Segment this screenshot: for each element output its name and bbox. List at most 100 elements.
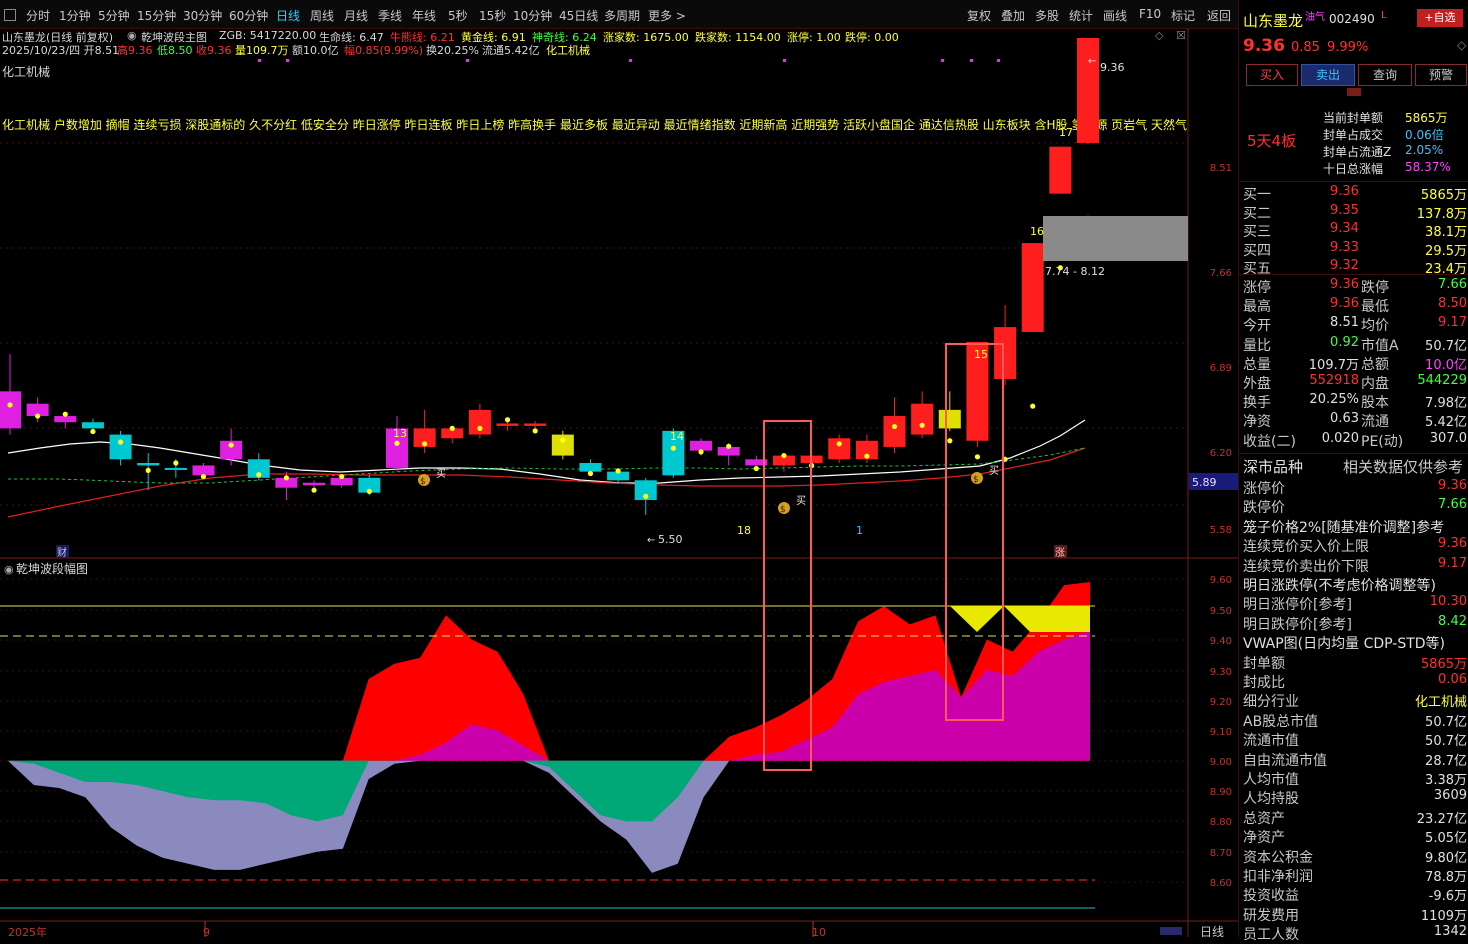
bid-volume: 38.1万 <box>1425 225 1467 240</box>
sar-dot <box>698 449 704 455</box>
stat-value: 10.0亿 <box>1425 357 1467 373</box>
tab-30min[interactable]: 30分钟 <box>183 7 222 24</box>
bid-row[interactable]: 买三 9.34 38.1万 <box>1243 221 1468 240</box>
chart-area[interactable]: 9.36 ← ← 5.50 7.74 - 8.12 13 14 18 1 15 … <box>0 28 1238 937</box>
f10-button[interactable]: F10 <box>1139 7 1161 21</box>
fund-row: 流通市值 50.7亿 <box>1243 730 1468 749</box>
signal-tick <box>783 59 786 62</box>
expand-icon[interactable]: ◇ <box>1457 38 1466 52</box>
restore-rights-button[interactable]: 复权 <box>967 7 991 24</box>
tab-15min[interactable]: 15分钟 <box>137 7 176 24</box>
sar-dot <box>587 470 594 477</box>
sar-dot <box>726 443 732 449</box>
tab-5min[interactable]: 5分钟 <box>98 7 130 24</box>
candle-body <box>938 409 961 429</box>
period-toolbar: 分时 1分钟 5分钟 15分钟 30分钟 60分钟 日线 周线 月线 季线 年线… <box>0 0 1238 29</box>
tab-more[interactable]: 更多 > <box>648 7 686 24</box>
row-value: 23.27亿 <box>1416 811 1467 827</box>
mark-button[interactable]: 标记 <box>1171 7 1195 24</box>
price-change-pct: 9.99% <box>1327 40 1369 55</box>
multi-stock-button[interactable]: 多股 <box>1035 7 1059 24</box>
row-value: 5.05亿 <box>1425 831 1467 847</box>
sar-dot <box>781 452 787 459</box>
sar-dot <box>836 441 842 447</box>
row-label: 涨停价 <box>1243 481 1285 497</box>
menu-icon[interactable] <box>4 9 16 21</box>
query-button[interactable]: 查询 <box>1358 64 1412 86</box>
sell-button[interactable]: 卖出 <box>1301 64 1355 86</box>
current-price-value: 5.89 <box>1192 476 1217 489</box>
sar-dot <box>919 422 925 428</box>
sar-dot <box>35 413 41 419</box>
stat-row: 收益(二) 0.020 PE(动) 307.0 <box>1243 431 1468 450</box>
buy-button[interactable]: 买入 <box>1246 64 1298 86</box>
bid-volume: 29.5万 <box>1425 243 1467 259</box>
last-price: 9.36 <box>1243 36 1285 56</box>
stat-value: 9.17 <box>1438 315 1467 331</box>
stat-row: 今开 8.51 均价 9.17 <box>1243 315 1468 334</box>
count-13: 13 <box>393 427 407 440</box>
section-title: VWAP图(日内均量 CDP-STD等) <box>1243 636 1446 653</box>
bid-row[interactable]: 买一 9.36 5865万 <box>1243 184 1468 203</box>
overlay-button[interactable]: 叠加 <box>1001 7 1025 24</box>
row-label: 自由流通市值 <box>1243 752 1327 769</box>
tab-monthly[interactable]: 月线 <box>344 7 368 24</box>
add-favorite-button[interactable]: +自选 <box>1417 9 1463 27</box>
sar-dot <box>449 425 455 431</box>
seal-row: 封单额 5865万 <box>1243 653 1468 672</box>
sar-dot <box>228 442 234 448</box>
tab-daily[interactable]: 日线 <box>276 7 300 24</box>
bid-price: 9.35 <box>1330 202 1359 218</box>
sub-yaxis-label: 9.40 <box>1210 636 1232 647</box>
market-note: 相关数据仅供参考 <box>1343 458 1464 476</box>
coin-symbol-icon: $ <box>973 475 979 485</box>
row-value: 28.7亿 <box>1425 753 1467 769</box>
scroll-handle[interactable] <box>1160 927 1182 935</box>
tab-10min[interactable]: 10分钟 <box>513 7 552 24</box>
sub-toggle-icon[interactable]: ◉ <box>4 563 14 576</box>
sar-dots <box>7 215 1091 499</box>
row-value: 5865万 <box>1420 656 1467 672</box>
tab-60min[interactable]: 60分钟 <box>229 7 268 24</box>
draw-line-button[interactable]: 画线 <box>1103 7 1127 24</box>
sub-yaxis-label: 9.00 <box>1210 757 1232 768</box>
tab-1min[interactable]: 1分钟 <box>59 7 91 24</box>
stat-row: 量比 0.92 市值A 50.7亿 <box>1243 335 1468 354</box>
back-button[interactable]: 返回 <box>1207 7 1231 24</box>
sar-dot <box>532 428 538 434</box>
bid-row[interactable]: 买四 9.33 29.5万 <box>1243 240 1468 259</box>
tab-multi-period[interactable]: 多周期 <box>604 7 640 24</box>
tab-weekly[interactable]: 周线 <box>310 7 334 24</box>
stat-label: 流通 <box>1361 414 1389 431</box>
yaxis-label: 7.66 <box>1210 268 1232 279</box>
candle-body <box>137 462 160 466</box>
sub-yaxis-label: 8.90 <box>1210 787 1232 798</box>
tomorrow-title: 明日涨跌停(不考虑价格调整等) <box>1243 575 1468 594</box>
row-label: 总资产 <box>1243 810 1285 827</box>
low-arrow-icon: ← <box>647 535 655 546</box>
range-box <box>1043 216 1188 261</box>
tab-quarterly[interactable]: 季线 <box>378 7 402 24</box>
alert-button[interactable]: 预警 <box>1415 64 1467 86</box>
tab-yearly[interactable]: 年线 <box>412 7 436 24</box>
candlestick-series <box>0 37 1099 515</box>
signal-tick <box>941 59 944 62</box>
stat-label: 最低 <box>1361 299 1389 316</box>
bid-label: 买三 <box>1243 224 1271 240</box>
tab-45day[interactable]: 45日线 <box>559 7 598 24</box>
bid-row[interactable]: 买二 9.35 137.8万 <box>1243 203 1468 222</box>
candle-body <box>109 434 132 460</box>
row-value: 3.38万 <box>1425 773 1467 788</box>
row-label: 封成比 <box>1243 675 1285 691</box>
tab-15sec[interactable]: 15秒 <box>479 7 506 24</box>
collapse-chevron-icon[interactable] <box>1347 88 1361 96</box>
row-label: 流通市值 <box>1243 733 1299 750</box>
candle-body <box>164 467 187 470</box>
stat-value: 307.0 <box>1429 430 1467 446</box>
tab-5sec[interactable]: 5秒 <box>448 7 468 24</box>
statistics-button[interactable]: 统计 <box>1069 7 1093 24</box>
fund-row: 人均市值 3.38万 <box>1243 769 1468 788</box>
xaxis-period-tab[interactable]: 日线 <box>1200 925 1224 937</box>
fund-row: 投资收益 -9.6万 <box>1243 885 1468 904</box>
tab-intraday[interactable]: 分时 <box>26 7 50 24</box>
